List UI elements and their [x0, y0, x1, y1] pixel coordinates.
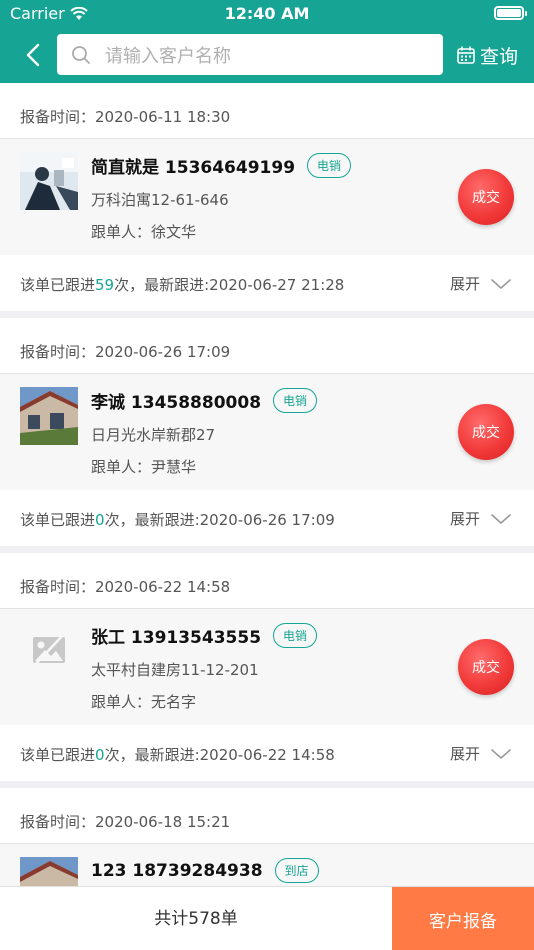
- chevron-down-icon: [491, 278, 511, 289]
- name-line: 123 18739284938 到店: [91, 858, 319, 883]
- status-bar: Carrier 12:40 AM: [0, 0, 534, 28]
- divider: [0, 311, 534, 318]
- deal-button[interactable]: 成交: [458, 404, 514, 460]
- follower: 跟单人：无名字: [91, 693, 197, 711]
- customer-info[interactable]: 李诚 13458880008 电销 日月光水岸新郡27 跟单人：尹慧华 成交: [0, 374, 534, 490]
- query-button[interactable]: 查询: [456, 40, 518, 70]
- follow-prefix: 该单已跟进: [20, 511, 96, 529]
- report-card: 报备时间：2020-06-18 15:21 123 18739284938 到店: [0, 788, 534, 886]
- name-line: 李诚 13458880008 电销: [91, 388, 318, 413]
- customer-address: 日月光水岸新郡27: [91, 426, 216, 444]
- name-line: 张工 13913543555 电销: [91, 623, 318, 648]
- follower: 跟单人：尹慧华: [91, 458, 197, 476]
- divider: [0, 546, 534, 553]
- battery-icon: [494, 6, 527, 20]
- follow-status: 该单已跟进0次，最新跟进:2020-06-26 17:09: [20, 509, 335, 530]
- customer-photo: [20, 387, 78, 445]
- customer-info[interactable]: 张工 13913543555 电销 太平村自建房11-12-201 跟单人：无名…: [0, 609, 534, 725]
- search-placeholder: 请输入客户名称: [105, 45, 231, 67]
- customer-photo: [20, 622, 78, 680]
- customer-info[interactable]: 简直就是 15364649199 电销 万科泊寓12-61-646 跟单人：徐文…: [0, 139, 534, 255]
- follow-row: 该单已跟进0次，最新跟进:2020-06-26 17:09 展开: [0, 490, 534, 546]
- follow-suffix: 次，最新跟进:2020-06-26 17:09: [104, 511, 335, 529]
- follow-suffix: 次，最新跟进:2020-06-22 14:58: [104, 746, 335, 764]
- chevron-down-icon: [491, 513, 511, 524]
- source-tag: 电销: [307, 153, 352, 178]
- expand-label: 展开: [450, 510, 481, 528]
- deal-button[interactable]: 成交: [458, 169, 514, 225]
- expand-label: 展开: [450, 275, 481, 293]
- customer-address: 太平村自建房11-12-201: [91, 661, 259, 679]
- follow-suffix: 次，最新跟进:2020-06-27 21:28: [114, 276, 345, 294]
- follow-count: 0: [95, 746, 105, 764]
- follow-count: 59: [95, 276, 115, 294]
- bottom-bar: 共计578单 客户报备: [0, 886, 534, 950]
- follower: 跟单人：徐文华: [91, 223, 197, 241]
- calendar-icon: [457, 46, 475, 64]
- customer-address: 万科泊寓12-61-646: [91, 191, 229, 209]
- report-time: 报备时间：2020-06-26 17:09: [0, 318, 534, 374]
- report-card: 报备时间：2020-06-26 17:09 李诚 13458880008 电销 …: [0, 318, 534, 546]
- report-card: 报备时间：2020-06-22 14:58 张工 13913543555 电销 …: [0, 553, 534, 781]
- placeholder-image-icon: [33, 633, 65, 667]
- expand-button[interactable]: 展开: [450, 508, 512, 529]
- divider: [0, 781, 534, 788]
- source-tag: 电销: [273, 388, 318, 413]
- customer-name-phone: 简直就是 15364649199: [91, 158, 296, 178]
- source-tag: 到店: [274, 858, 319, 883]
- customer-report-button[interactable]: 客户报备: [392, 887, 534, 950]
- follow-row: 该单已跟进59次，最新跟进:2020-06-27 21:28 展开: [0, 255, 534, 311]
- search-icon: [72, 45, 90, 64]
- follow-status: 该单已跟进0次，最新跟进:2020-06-22 14:58: [20, 744, 335, 765]
- search-input[interactable]: 请输入客户名称: [57, 34, 443, 75]
- expand-button[interactable]: 展开: [450, 273, 512, 294]
- deal-button[interactable]: 成交: [458, 639, 514, 695]
- back-button[interactable]: [18, 40, 48, 70]
- follow-count: 0: [95, 511, 105, 529]
- name-line: 简直就是 15364649199 电销: [91, 153, 352, 178]
- follow-prefix: 该单已跟进: [20, 276, 96, 294]
- follow-status: 该单已跟进59次，最新跟进:2020-06-27 21:28: [20, 274, 344, 295]
- follow-row: 该单已跟进0次，最新跟进:2020-06-22 14:58 展开: [0, 725, 534, 781]
- customer-photo: [20, 857, 78, 886]
- report-time: 报备时间：2020-06-11 18:30: [0, 83, 534, 139]
- report-time: 报备时间：2020-06-22 14:58: [0, 553, 534, 609]
- nav-header: Carrier 12:40 AM 请输入客户名称 查询: [0, 0, 534, 83]
- customer-info[interactable]: 123 18739284938 到店: [0, 844, 534, 886]
- report-time: 报备时间：2020-06-18 15:21: [0, 788, 534, 844]
- report-card: 报备时间：2020-06-11 18:30 简直就是 15364649199 电…: [0, 83, 534, 311]
- expand-button[interactable]: 展开: [450, 743, 512, 764]
- query-label: 查询: [480, 45, 519, 68]
- expand-label: 展开: [450, 745, 481, 763]
- customer-name-phone: 李诚 13458880008: [91, 393, 262, 413]
- clock: 12:40 AM: [224, 4, 310, 23]
- report-list[interactable]: 报备时间：2020-06-11 18:30 简直就是 15364649199 电…: [0, 83, 534, 886]
- customer-photo: [20, 152, 78, 210]
- chevron-left-icon: [26, 43, 40, 67]
- customer-name-phone: 张工 13913543555: [91, 628, 262, 648]
- customer-name-phone: 123 18739284938: [91, 860, 263, 881]
- chevron-down-icon: [491, 748, 511, 759]
- total-count: 共计578单: [154, 909, 238, 929]
- source-tag: 电销: [273, 623, 318, 648]
- follow-prefix: 该单已跟进: [20, 746, 96, 764]
